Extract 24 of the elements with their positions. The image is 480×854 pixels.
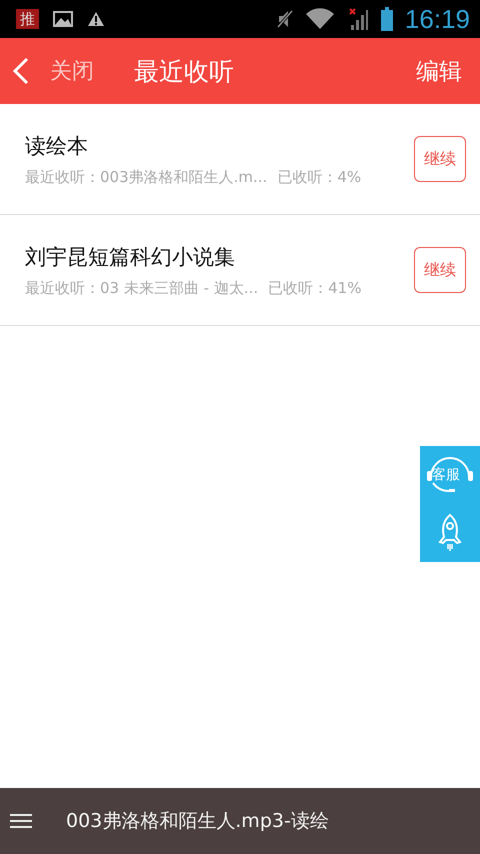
close-label: 关闭: [50, 58, 94, 86]
recent-track: 最近收听：03 未来三部曲 - 迦太...: [25, 278, 258, 298]
image-icon: [53, 11, 73, 27]
continue-button[interactable]: 继续: [414, 136, 466, 182]
menu-icon[interactable]: [10, 813, 32, 829]
edit-button[interactable]: 编辑: [416, 56, 462, 86]
continue-button[interactable]: 继续: [414, 247, 466, 293]
mute-icon: [276, 9, 293, 29]
album-title: 刘宇昆短篇科幻小说集: [25, 244, 236, 270]
headset-icon: [425, 455, 475, 495]
wifi-icon: [304, 8, 335, 30]
notification-icon: 推: [16, 9, 39, 29]
close-button[interactable]: 关闭: [12, 56, 94, 86]
album-title: 读绘本: [25, 132, 89, 160]
warning-icon: [87, 11, 105, 27]
now-playing-title: 003弗洛格和陌生人.mp3-读绘: [66, 809, 329, 834]
signal-icon: [346, 7, 369, 31]
back-icon: [12, 57, 30, 85]
customer-service-button[interactable]: 客服: [425, 455, 475, 495]
service-label: 客服: [432, 467, 460, 483]
recent-track: 最近收听：003弗洛格和陌生人.m...: [25, 168, 268, 186]
battery-icon: [380, 7, 393, 31]
page-title: 最近收听: [134, 56, 235, 88]
clock-time: 16:19: [404, 4, 470, 34]
